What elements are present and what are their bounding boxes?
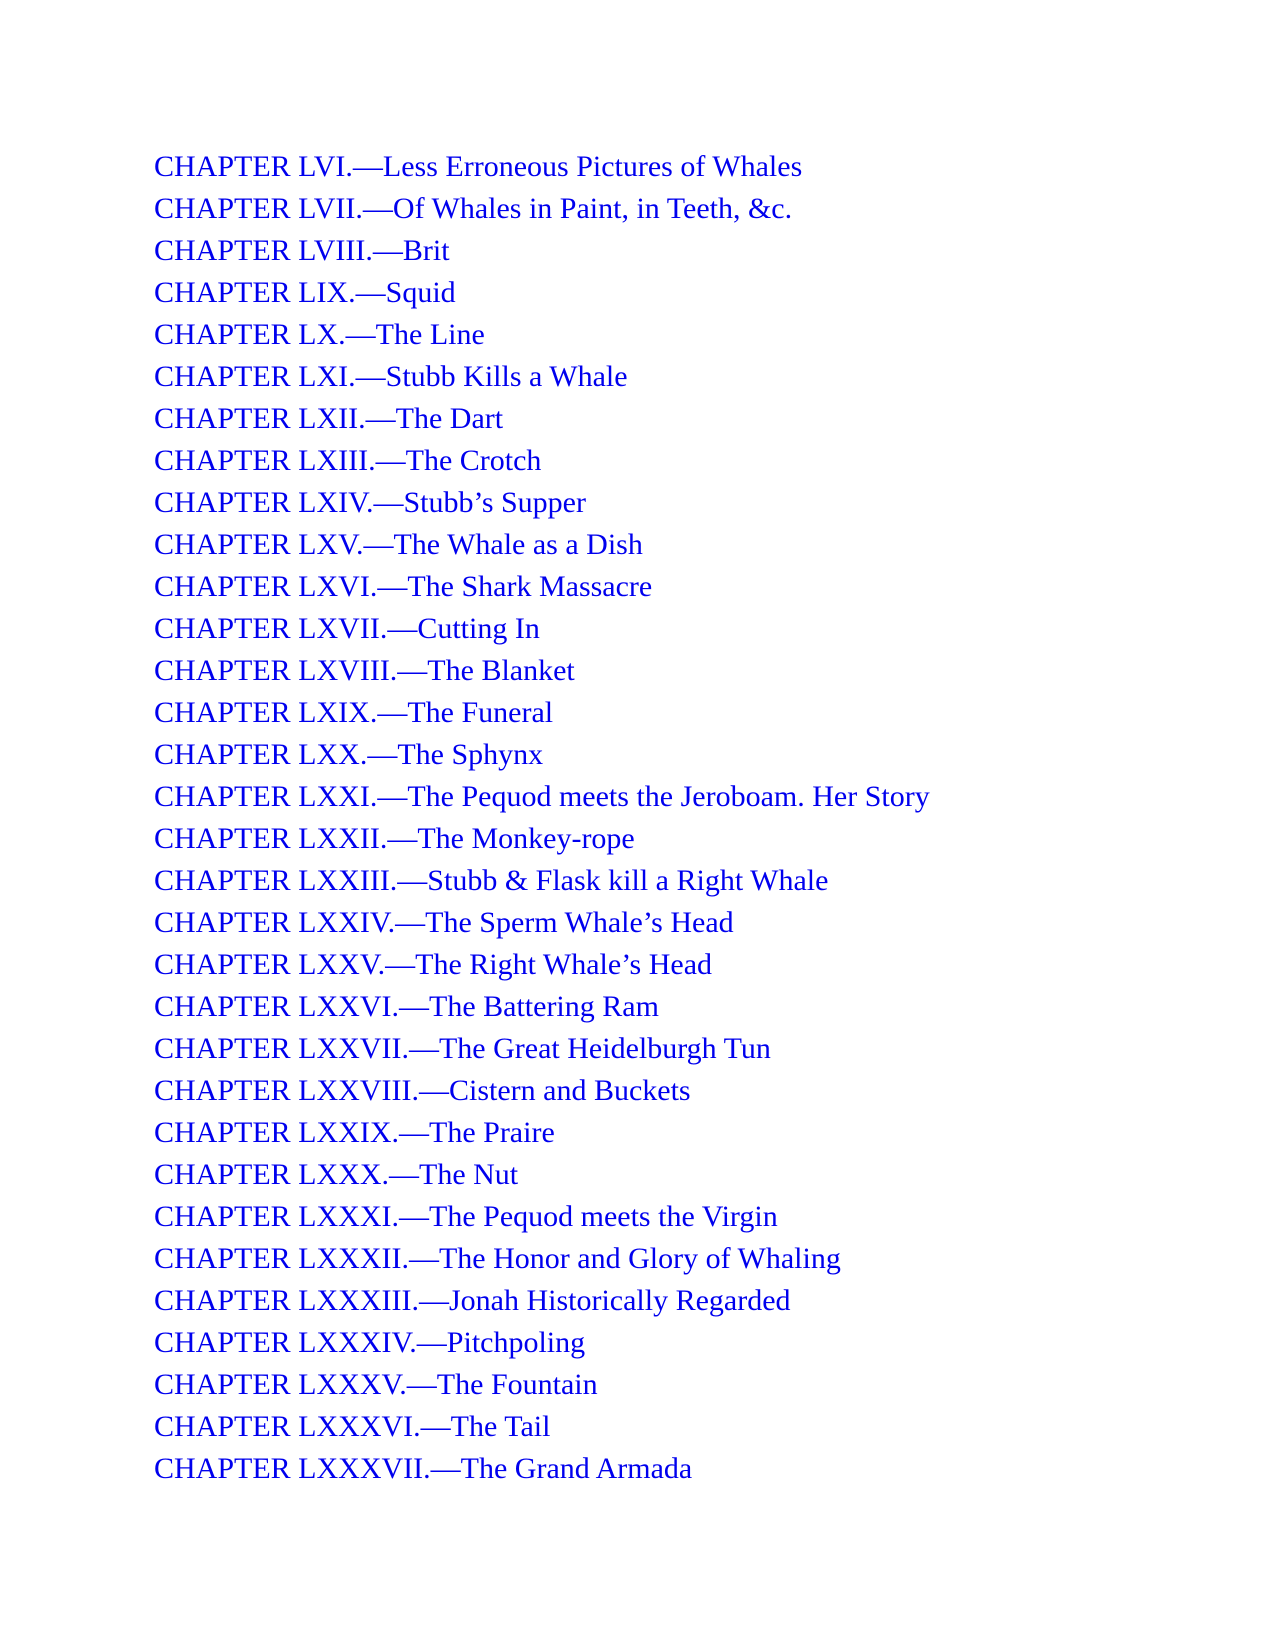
list-item: CHAPTER LVIII.—Brit (154, 230, 930, 272)
chapter-link[interactable]: CHAPTER LXIX.—The Funeral (154, 696, 553, 729)
chapter-link[interactable]: CHAPTER LXIII.—The Crotch (154, 444, 541, 477)
list-item: CHAPTER LXVI.—The Shark Massacre (154, 566, 930, 608)
list-item: CHAPTER LXVIII.—The Blanket (154, 650, 930, 692)
chapter-link[interactable]: CHAPTER LXXIX.—The Praire (154, 1116, 555, 1149)
chapter-link[interactable]: CHAPTER LXII.—The Dart (154, 402, 503, 435)
chapter-link[interactable]: CHAPTER LXXXIII.—Jonah Historically Rega… (154, 1284, 791, 1317)
list-item: CHAPTER LXXIV.—The Sperm Whale’s Head (154, 902, 930, 944)
chapter-link[interactable]: CHAPTER LXXVIII.—Cistern and Buckets (154, 1074, 691, 1107)
list-item: CHAPTER LIX.—Squid (154, 272, 930, 314)
chapter-link[interactable]: CHAPTER LVI.—Less Erroneous Pictures of … (154, 150, 802, 183)
list-item: CHAPTER LXXII.—The Monkey-rope (154, 818, 930, 860)
chapter-link[interactable]: CHAPTER LXXXI.—The Pequod meets the Virg… (154, 1200, 778, 1233)
chapter-link[interactable]: CHAPTER LXX.—The Sphynx (154, 738, 543, 771)
chapter-link[interactable]: CHAPTER LXVIII.—The Blanket (154, 654, 575, 687)
chapter-link[interactable]: CHAPTER LVIII.—Brit (154, 234, 450, 267)
chapter-link[interactable]: CHAPTER LXXII.—The Monkey-rope (154, 822, 635, 855)
chapter-link[interactable]: CHAPTER LXXX.—The Nut (154, 1158, 518, 1191)
list-item: CHAPTER LXIX.—The Funeral (154, 692, 930, 734)
list-item: CHAPTER LXXXV.—The Fountain (154, 1364, 930, 1406)
chapter-link[interactable]: CHAPTER LXXXVI.—The Tail (154, 1410, 550, 1443)
chapter-link[interactable]: CHAPTER LIX.—Squid (154, 276, 456, 309)
list-item: CHAPTER LXVII.—Cutting In (154, 608, 930, 650)
list-item: CHAPTER LXV.—The Whale as a Dish (154, 524, 930, 566)
list-item: CHAPTER LXI.—Stubb Kills a Whale (154, 356, 930, 398)
list-item: CHAPTER LVII.—Of Whales in Paint, in Tee… (154, 188, 930, 230)
chapter-link[interactable]: CHAPTER LXI.—Stubb Kills a Whale (154, 360, 628, 393)
list-item: CHAPTER LXXXIV.—Pitchpoling (154, 1322, 930, 1364)
list-item: CHAPTER LXIV.—Stubb’s Supper (154, 482, 930, 524)
list-item: CHAPTER LVI.—Less Erroneous Pictures of … (154, 146, 930, 188)
list-item: CHAPTER LXXI.—The Pequod meets the Jerob… (154, 776, 930, 818)
list-item: CHAPTER LXIII.—The Crotch (154, 440, 930, 482)
chapter-link[interactable]: CHAPTER LXXXIV.—Pitchpoling (154, 1326, 585, 1359)
list-item: CHAPTER LXXIX.—The Praire (154, 1112, 930, 1154)
chapter-link[interactable]: CHAPTER LXXV.—The Right Whale’s Head (154, 948, 712, 981)
list-item: CHAPTER LXX.—The Sphynx (154, 734, 930, 776)
chapter-link[interactable]: CHAPTER LX.—The Line (154, 318, 485, 351)
chapter-link[interactable]: CHAPTER LXXIII.—Stubb & Flask kill a Rig… (154, 864, 828, 897)
chapter-link[interactable]: CHAPTER LXXVI.—The Battering Ram (154, 990, 659, 1023)
list-item: CHAPTER LXXXI.—The Pequod meets the Virg… (154, 1196, 930, 1238)
chapter-link[interactable]: CHAPTER LXXXV.—The Fountain (154, 1368, 598, 1401)
chapter-link[interactable]: CHAPTER LXIV.—Stubb’s Supper (154, 486, 586, 519)
list-item: CHAPTER LXXXVI.—The Tail (154, 1406, 930, 1448)
chapter-link[interactable]: CHAPTER LXXI.—The Pequod meets the Jerob… (154, 780, 930, 813)
chapter-link[interactable]: CHAPTER LVII.—Of Whales in Paint, in Tee… (154, 192, 792, 225)
list-item: CHAPTER LXXXVII.—The Grand Armada (154, 1448, 930, 1490)
list-item: CHAPTER LXXXII.—The Honor and Glory of W… (154, 1238, 930, 1280)
list-item: CHAPTER LX.—The Line (154, 314, 930, 356)
chapter-link[interactable]: CHAPTER LXV.—The Whale as a Dish (154, 528, 643, 561)
list-item: CHAPTER LXXXIII.—Jonah Historically Rega… (154, 1280, 930, 1322)
list-item: CHAPTER LXXVIII.—Cistern and Buckets (154, 1070, 930, 1112)
list-item: CHAPTER LXII.—The Dart (154, 398, 930, 440)
list-item: CHAPTER LXXX.—The Nut (154, 1154, 930, 1196)
list-item: CHAPTER LXXVII.—The Great Heidelburgh Tu… (154, 1028, 930, 1070)
list-item: CHAPTER LXXVI.—The Battering Ram (154, 986, 930, 1028)
list-item: CHAPTER LXXV.—The Right Whale’s Head (154, 944, 930, 986)
chapter-link[interactable]: CHAPTER LXVII.—Cutting In (154, 612, 540, 645)
list-item: CHAPTER LXXIII.—Stubb & Flask kill a Rig… (154, 860, 930, 902)
chapter-link[interactable]: CHAPTER LXXVII.—The Great Heidelburgh Tu… (154, 1032, 771, 1065)
chapter-link[interactable]: CHAPTER LXXIV.—The Sperm Whale’s Head (154, 906, 734, 939)
chapter-link[interactable]: CHAPTER LXXXVII.—The Grand Armada (154, 1452, 692, 1485)
table-of-contents: CHAPTER LVI.—Less Erroneous Pictures of … (154, 146, 930, 1490)
chapter-link[interactable]: CHAPTER LXVI.—The Shark Massacre (154, 570, 652, 603)
chapter-link[interactable]: CHAPTER LXXXII.—The Honor and Glory of W… (154, 1242, 841, 1275)
